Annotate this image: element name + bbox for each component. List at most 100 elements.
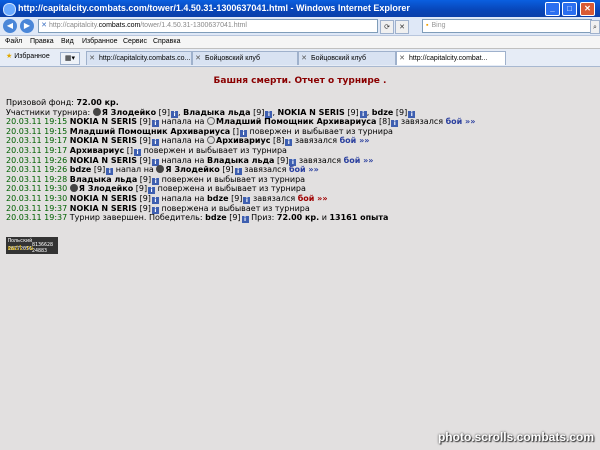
alignment-icon	[69, 184, 78, 193]
log-verb: напала на	[161, 193, 205, 203]
address-input[interactable]: ✕ http://capitalcity.combats.com/tower/1.…	[38, 19, 378, 33]
fighter-level: []	[232, 126, 239, 136]
tab-label: http://capitalcity.combat...	[409, 55, 488, 62]
log-row: 20.03.11 19:28 Владыка льда [9] i поверже…	[6, 175, 596, 185]
menu-help[interactable]: Справка	[153, 38, 180, 45]
star-icon: ★	[6, 53, 13, 60]
tournament-report: Призовой фонд: 72.00 кр. Участники турни…	[6, 98, 596, 224]
alignment-icon	[92, 107, 101, 116]
fighter-level: [9]	[139, 203, 151, 213]
log-text: повержен и выбывает из турнира	[143, 145, 287, 155]
window-titlebar: http://capitalcity.combats.com/tower/1.4…	[0, 0, 600, 17]
log-row: 20.03.11 19:15 Младший Помощник Архивари…	[6, 127, 596, 137]
participant-level: [9]	[395, 107, 408, 117]
fighter-name: NOKIA N SERIS	[69, 203, 138, 213]
log-row: 20.03.11 19:26 bdze [9] i напал на Я Злод…	[6, 165, 596, 176]
window-title: http://capitalcity.combats.com/tower/1.4…	[18, 3, 410, 13]
battle-link[interactable]: бой »»	[289, 165, 319, 174]
battle-link[interactable]: бой »»	[344, 156, 374, 165]
ie-logo-icon	[3, 3, 16, 16]
fighter-name: NOKIA N SERIS	[69, 155, 138, 165]
menu-tools[interactable]: Сервис	[123, 38, 147, 45]
info-icon[interactable]: i	[151, 196, 159, 204]
participants-label: Участники турнира:	[6, 107, 91, 117]
search-button[interactable]: ⌕	[590, 20, 600, 34]
maximize-button[interactable]: □	[562, 2, 577, 16]
address-toolbar: ◀ ▶ ✕ http://capitalcity.combats.com/towe…	[0, 17, 600, 36]
log-text: завязался	[400, 117, 444, 127]
back-button[interactable]: ◀	[3, 19, 17, 33]
counter-value: 24883	[32, 248, 48, 254]
site-counter[interactable]: Польский 28772056 mail.ru 8136628 24883	[6, 237, 58, 254]
experience-value: 13161 опыта	[329, 213, 389, 223]
menu-view[interactable]: Вид	[61, 38, 74, 45]
log-time: 20.03.11 19:37	[6, 203, 68, 213]
tab-3[interactable]: ✕ Бойцовский клуб	[298, 51, 396, 65]
participant-name: Владыка льда	[183, 107, 251, 117]
tab-4-active[interactable]: ✕ http://capitalcity.combat...	[396, 51, 506, 65]
stop-button[interactable]: ✕	[395, 20, 409, 34]
alignment-icon	[207, 136, 215, 145]
log-time: 20.03.11 19:37	[6, 213, 68, 223]
fighter-level: [9]	[277, 155, 289, 165]
address-domain: combats.com	[98, 22, 141, 29]
log-row-final: 20.03.11 19:37 Турнир завершен. Победите…	[6, 213, 596, 224]
fighter-name: NOKIA N SERIS	[69, 117, 138, 127]
fighter-name: Я Злодейко	[165, 165, 220, 175]
search-input[interactable]: ▪ Bing	[422, 19, 592, 33]
log-time: 20.03.11 19:17	[6, 136, 68, 146]
page-content: Башня смерти. Отчет о турнире . Призовой…	[0, 67, 600, 450]
counter-values: 8136628 24883	[32, 242, 53, 254]
search-placeholder: Bing	[431, 22, 446, 29]
participant-level: [9]	[347, 107, 359, 117]
close-window-button[interactable]: ✕	[580, 2, 595, 16]
fighter-level: [9]	[139, 136, 151, 146]
participant-name: NOKIA N SERIS	[277, 107, 345, 117]
fighter-level: [9]	[135, 184, 148, 194]
fighter-name: Я Злодейко	[78, 184, 134, 194]
log-row: 20.03.11 19:30 NOKIA N SERIS [9] i напала…	[6, 194, 596, 204]
quick-tabs-button[interactable]: ▦▾	[60, 52, 80, 65]
log-row: 20.03.11 19:30 Я Злодейко [9] i повержена…	[6, 184, 596, 195]
log-text: повержен и выбывает из турнира	[161, 174, 306, 184]
participant-level: [9]	[253, 107, 265, 117]
info-icon[interactable]: i	[241, 216, 249, 224]
minimize-button[interactable]: _	[545, 2, 560, 16]
refresh-button[interactable]: ⟳	[380, 20, 394, 34]
battle-link[interactable]: бой »»	[446, 117, 476, 126]
log-verb: напала на	[161, 155, 205, 165]
participant-name: bdze	[371, 107, 394, 117]
participant-level: [9]	[158, 107, 170, 117]
log-row: 20.03.11 19:37 NOKIA N SERIS [9] i поверж…	[6, 204, 596, 214]
page-icon: ✕	[41, 22, 47, 29]
log-time: 20.03.11 19:26	[6, 155, 68, 165]
fighter-name: NOKIA N SERIS	[69, 136, 138, 146]
tab-label: http://capitalcity.combats.co...	[99, 55, 191, 62]
alignment-icon	[156, 165, 165, 174]
page-title: Башня смерти. Отчет о турнире .	[213, 76, 387, 86]
favorites-button[interactable]: ★ Избранное	[6, 52, 50, 60]
menu-favorites[interactable]: Избранное	[82, 38, 117, 45]
log-row: 20.03.11 19:17 Архивариус [] i повержен и…	[6, 146, 596, 156]
prize-label: Приз:	[251, 213, 275, 223]
tab-2[interactable]: ✕ Бойцовский клуб	[192, 51, 298, 65]
fighter-name: bdze	[69, 165, 92, 175]
log-text: повержен и выбывает из турнира	[249, 126, 393, 136]
battle-link[interactable]: бой »»	[340, 136, 370, 145]
log-text: завязался	[294, 136, 338, 146]
tab-1[interactable]: ✕ http://capitalcity.combats.co...	[86, 51, 192, 65]
fighter-level: [9]	[222, 165, 234, 175]
menu-edit[interactable]: Правка	[30, 38, 54, 45]
log-time: 20.03.11 19:26	[6, 165, 68, 175]
fighter-level: [9]	[139, 174, 152, 184]
log-time: 20.03.11 19:15	[6, 117, 68, 127]
page-icon: ✕	[89, 55, 95, 62]
forward-button[interactable]: ▶	[20, 19, 34, 33]
fighter-level: [9]	[93, 165, 106, 175]
menu-file[interactable]: Файл	[5, 38, 22, 45]
log-text: Турнир завершен. Победитель:	[69, 213, 203, 223]
log-time: 20.03.11 19:17	[6, 145, 68, 155]
battle-link[interactable]: бой »»	[298, 194, 328, 203]
log-time: 20.03.11 19:28	[6, 174, 68, 184]
fighter-name: Архивариус	[216, 136, 271, 146]
